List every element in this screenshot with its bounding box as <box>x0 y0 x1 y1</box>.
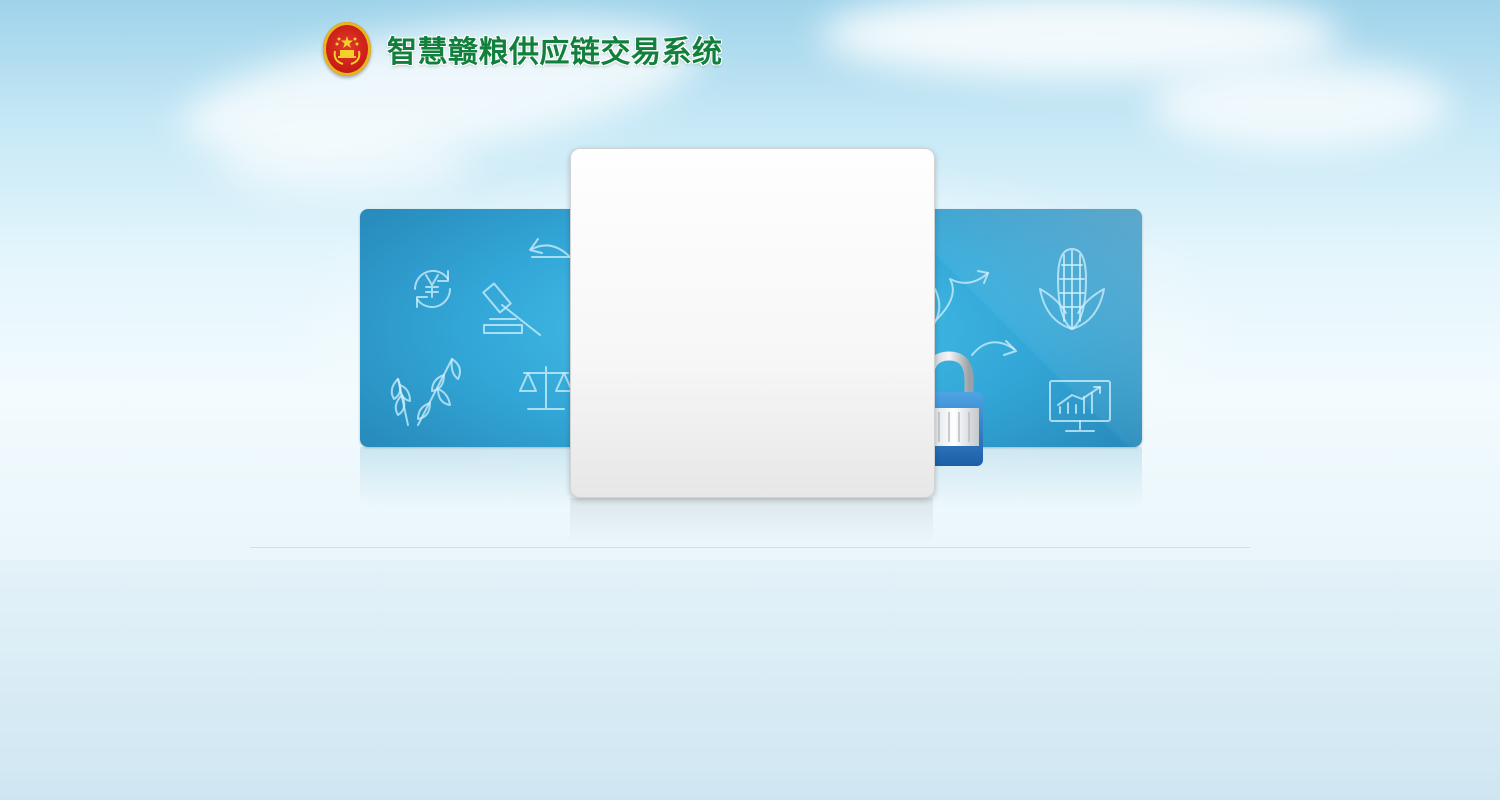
divider-line <box>250 547 1250 548</box>
trend-arrow-icon <box>931 270 989 328</box>
chart-monitor-icon <box>1049 380 1111 432</box>
header: 智慧赣粮供应链交易系统 <box>323 22 723 76</box>
return-arrow-icon <box>529 238 571 258</box>
scale-icon <box>519 366 573 410</box>
card-reflection <box>570 498 933 544</box>
login-card <box>570 148 935 498</box>
corn-icon <box>1039 248 1105 330</box>
page-title: 智慧赣粮供应链交易系统 <box>387 35 723 70</box>
yuan-exchange-icon <box>413 269 452 309</box>
wheat-icon <box>390 358 461 426</box>
national-emblem-icon <box>323 22 371 76</box>
gavel-icon <box>482 282 541 336</box>
